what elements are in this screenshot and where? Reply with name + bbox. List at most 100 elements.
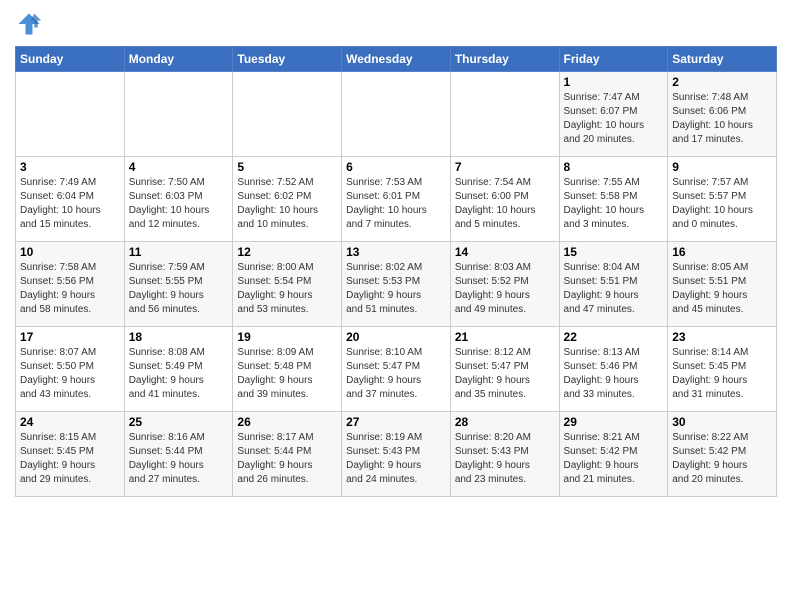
weekday-header: Thursday [450,47,559,72]
calendar-cell: 13 Sunrise: 8:02 AM Sunset: 5:53 PM Dayli… [342,242,451,327]
day-info: Sunrise: 7:57 AM Sunset: 5:57 PM Dayligh… [672,176,772,232]
calendar-cell: 12 Sunrise: 8:00 AM Sunset: 5:54 PM Dayli… [233,242,342,327]
calendar-cell: 15 Sunrise: 8:04 AM Sunset: 5:51 PM Dayli… [559,242,668,327]
day-number: 18 [129,330,229,344]
day-info: Sunrise: 8:20 AM Sunset: 5:43 PM Dayligh… [455,431,555,487]
day-info: Sunrise: 7:48 AM Sunset: 6:06 PM Dayligh… [672,91,772,147]
day-info: Sunrise: 8:02 AM Sunset: 5:53 PM Dayligh… [346,261,446,317]
calendar-cell: 26 Sunrise: 8:17 AM Sunset: 5:44 PM Dayli… [233,412,342,497]
day-number: 12 [237,245,337,259]
calendar-header: SundayMondayTuesdayWednesdayThursdayFrid… [16,47,777,72]
day-info: Sunrise: 7:53 AM Sunset: 6:01 PM Dayligh… [346,176,446,232]
day-number: 10 [20,245,120,259]
day-number: 4 [129,160,229,174]
day-number: 26 [237,415,337,429]
day-info: Sunrise: 8:15 AM Sunset: 5:45 PM Dayligh… [20,431,120,487]
day-info: Sunrise: 8:22 AM Sunset: 5:42 PM Dayligh… [672,431,772,487]
day-number: 27 [346,415,446,429]
day-number: 9 [672,160,772,174]
calendar-cell: 1 Sunrise: 7:47 AM Sunset: 6:07 PM Daylig… [559,72,668,157]
calendar-cell: 23 Sunrise: 8:14 AM Sunset: 5:45 PM Dayli… [668,327,777,412]
page-container: SundayMondayTuesdayWednesdayThursdayFrid… [0,0,792,507]
day-number: 8 [564,160,664,174]
weekday-header: Monday [124,47,233,72]
day-info: Sunrise: 8:00 AM Sunset: 5:54 PM Dayligh… [237,261,337,317]
day-number: 29 [564,415,664,429]
day-info: Sunrise: 8:17 AM Sunset: 5:44 PM Dayligh… [237,431,337,487]
calendar-cell [124,72,233,157]
day-info: Sunrise: 7:47 AM Sunset: 6:07 PM Dayligh… [564,91,664,147]
day-info: Sunrise: 8:14 AM Sunset: 5:45 PM Dayligh… [672,346,772,402]
calendar-cell: 18 Sunrise: 8:08 AM Sunset: 5:49 PM Dayli… [124,327,233,412]
calendar-cell [450,72,559,157]
calendar-week-row: 1 Sunrise: 7:47 AM Sunset: 6:07 PM Daylig… [16,72,777,157]
calendar-cell [233,72,342,157]
logo [15,10,47,38]
day-info: Sunrise: 8:13 AM Sunset: 5:46 PM Dayligh… [564,346,664,402]
weekday-header: Wednesday [342,47,451,72]
day-info: Sunrise: 7:59 AM Sunset: 5:55 PM Dayligh… [129,261,229,317]
calendar-week-row: 24 Sunrise: 8:15 AM Sunset: 5:45 PM Dayli… [16,412,777,497]
weekday-header: Sunday [16,47,125,72]
day-number: 24 [20,415,120,429]
header [15,10,777,38]
calendar-cell: 29 Sunrise: 8:21 AM Sunset: 5:42 PM Dayli… [559,412,668,497]
calendar-cell: 3 Sunrise: 7:49 AM Sunset: 6:04 PM Daylig… [16,157,125,242]
day-number: 23 [672,330,772,344]
day-info: Sunrise: 8:04 AM Sunset: 5:51 PM Dayligh… [564,261,664,317]
header-row: SundayMondayTuesdayWednesdayThursdayFrid… [16,47,777,72]
day-info: Sunrise: 7:52 AM Sunset: 6:02 PM Dayligh… [237,176,337,232]
calendar-body: 1 Sunrise: 7:47 AM Sunset: 6:07 PM Daylig… [16,72,777,497]
weekday-header: Saturday [668,47,777,72]
day-number: 5 [237,160,337,174]
day-number: 28 [455,415,555,429]
day-info: Sunrise: 7:54 AM Sunset: 6:00 PM Dayligh… [455,176,555,232]
calendar-cell: 14Sunrise: 8:03 AM Sunset: 5:52 PM Dayli… [450,242,559,327]
calendar-cell: 4 Sunrise: 7:50 AM Sunset: 6:03 PM Daylig… [124,157,233,242]
weekday-header: Friday [559,47,668,72]
calendar-table: SundayMondayTuesdayWednesdayThursdayFrid… [15,46,777,497]
day-info: Sunrise: 8:10 AM Sunset: 5:47 PM Dayligh… [346,346,446,402]
day-number: 17 [20,330,120,344]
calendar-cell: 28 Sunrise: 8:20 AM Sunset: 5:43 PM Dayli… [450,412,559,497]
day-info: Sunrise: 8:03 AM Sunset: 5:52 PM Dayligh… [455,261,555,317]
day-number: 20 [346,330,446,344]
day-info: Sunrise: 8:08 AM Sunset: 5:49 PM Dayligh… [129,346,229,402]
calendar-cell: 17 Sunrise: 8:07 AM Sunset: 5:50 PM Dayli… [16,327,125,412]
day-info: Sunrise: 8:07 AM Sunset: 5:50 PM Dayligh… [20,346,120,402]
calendar-cell: 20 Sunrise: 8:10 AM Sunset: 5:47 PM Dayli… [342,327,451,412]
day-number: 13 [346,245,446,259]
logo-icon [15,10,43,38]
calendar-cell: 11 Sunrise: 7:59 AM Sunset: 5:55 PM Dayli… [124,242,233,327]
day-number: 30 [672,415,772,429]
day-info: Sunrise: 7:49 AM Sunset: 6:04 PM Dayligh… [20,176,120,232]
day-number: 11 [129,245,229,259]
calendar-cell: 9 Sunrise: 7:57 AM Sunset: 5:57 PM Daylig… [668,157,777,242]
day-number: 22 [564,330,664,344]
calendar-cell: 19 Sunrise: 8:09 AM Sunset: 5:48 PM Dayli… [233,327,342,412]
day-info: Sunrise: 8:09 AM Sunset: 5:48 PM Dayligh… [237,346,337,402]
calendar-cell: 8 Sunrise: 7:55 AM Sunset: 5:58 PM Daylig… [559,157,668,242]
day-info: Sunrise: 8:21 AM Sunset: 5:42 PM Dayligh… [564,431,664,487]
calendar-cell: 27 Sunrise: 8:19 AM Sunset: 5:43 PM Dayli… [342,412,451,497]
day-info: Sunrise: 7:58 AM Sunset: 5:56 PM Dayligh… [20,261,120,317]
calendar-cell: 2Sunrise: 7:48 AM Sunset: 6:06 PM Daylig… [668,72,777,157]
calendar-cell: 5 Sunrise: 7:52 AM Sunset: 6:02 PM Daylig… [233,157,342,242]
calendar-cell: 30 Sunrise: 8:22 AM Sunset: 5:42 PM Dayli… [668,412,777,497]
day-number: 16 [672,245,772,259]
calendar-cell: 7Sunrise: 7:54 AM Sunset: 6:00 PM Daylig… [450,157,559,242]
day-number: 3 [20,160,120,174]
calendar-cell: 16Sunrise: 8:05 AM Sunset: 5:51 PM Dayli… [668,242,777,327]
day-info: Sunrise: 8:19 AM Sunset: 5:43 PM Dayligh… [346,431,446,487]
day-number: 21 [455,330,555,344]
day-number: 15 [564,245,664,259]
calendar-cell: 10 Sunrise: 7:58 AM Sunset: 5:56 PM Dayli… [16,242,125,327]
calendar-cell: 6Sunrise: 7:53 AM Sunset: 6:01 PM Daylig… [342,157,451,242]
calendar-cell: 22 Sunrise: 8:13 AM Sunset: 5:46 PM Dayli… [559,327,668,412]
day-info: Sunrise: 7:55 AM Sunset: 5:58 PM Dayligh… [564,176,664,232]
day-info: Sunrise: 7:50 AM Sunset: 6:03 PM Dayligh… [129,176,229,232]
day-info: Sunrise: 8:12 AM Sunset: 5:47 PM Dayligh… [455,346,555,402]
calendar-cell: 25Sunrise: 8:16 AM Sunset: 5:44 PM Dayli… [124,412,233,497]
day-number: 1 [564,75,664,89]
day-number: 19 [237,330,337,344]
